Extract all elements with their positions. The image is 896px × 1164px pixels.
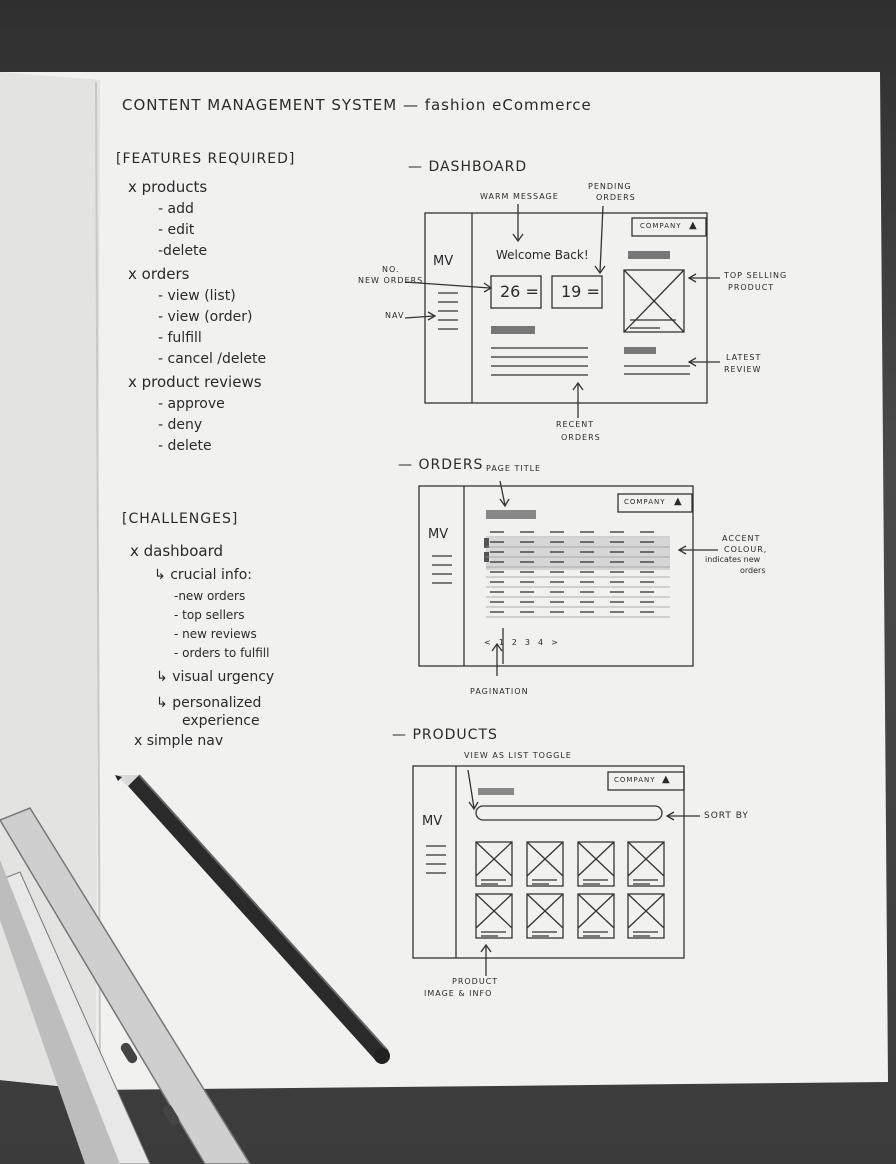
photo-stage: CONTENT MANAGEMENT SYSTEM — fashion eCom…	[0, 0, 896, 1164]
desk-objects	[0, 774, 390, 1164]
